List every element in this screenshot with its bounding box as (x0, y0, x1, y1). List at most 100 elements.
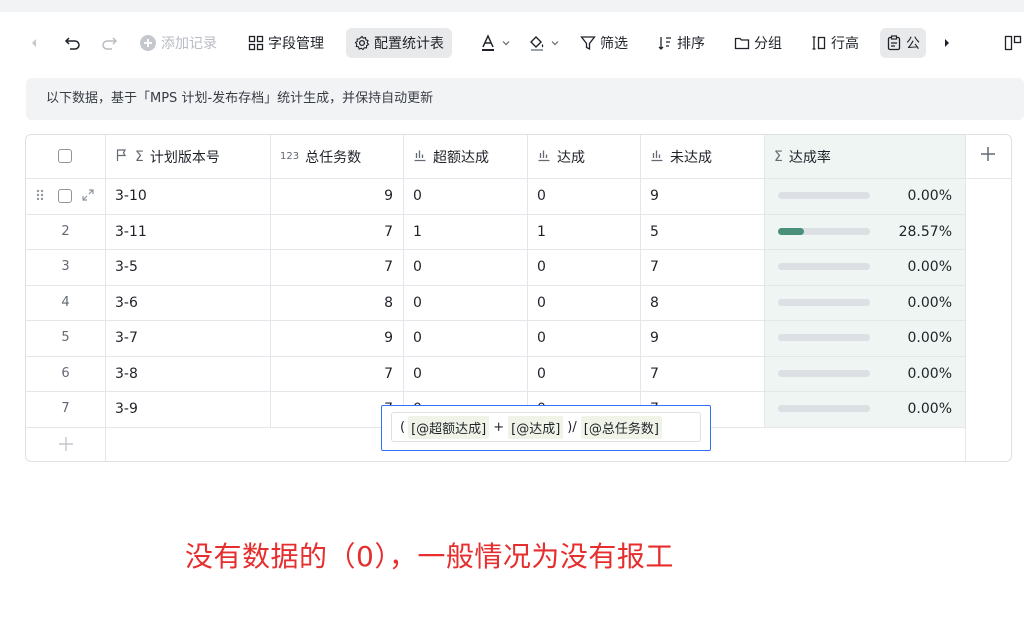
scroll-left-icon[interactable] (30, 28, 38, 58)
formula-button[interactable]: 公 (880, 28, 926, 58)
cell-rate[interactable]: 0.00% (876, 249, 952, 284)
cell-undone[interactable]: 9 (650, 320, 760, 355)
cell-done[interactable]: 0 (537, 178, 637, 213)
column-header-version[interactable]: Σ 计划版本号 (115, 135, 220, 178)
filter-button[interactable]: 筛选 (580, 28, 628, 58)
cell-total[interactable]: 8 (270, 285, 393, 320)
cell-undone[interactable]: 8 (650, 285, 760, 320)
flag-icon (115, 148, 129, 166)
group-label: 分组 (754, 36, 782, 52)
rate-progress-bar (778, 405, 870, 412)
cell-over[interactable]: 1 (413, 214, 523, 249)
redo-button[interactable] (100, 28, 118, 58)
column-header-version-label: 计划版本号 (149, 149, 220, 166)
field-manage-label: 字段管理 (268, 36, 324, 52)
cell-rate[interactable]: 0.00% (876, 285, 952, 320)
formula-open-paren: ( (400, 419, 406, 435)
cell-version[interactable]: 3-5 (115, 249, 265, 284)
plus-circle-icon (139, 34, 157, 52)
formula-label: 公 (906, 36, 920, 52)
cell-over[interactable]: 0 (413, 285, 523, 320)
cell-over[interactable]: 0 (413, 249, 523, 284)
select-all-checkbox[interactable] (58, 149, 72, 163)
row-number[interactable]: 6 (26, 356, 105, 391)
paint-bucket-icon (528, 34, 546, 52)
scroll-right-icon[interactable] (943, 28, 951, 58)
add-record-button[interactable]: 添加记录 (139, 28, 217, 58)
info-banner: 以下数据，基于「MPS 计划-发布存档」统计生成，并保持自动更新 (26, 78, 1024, 120)
chart-icon (537, 148, 551, 166)
undo-icon (64, 34, 82, 52)
cell-over[interactable]: 0 (413, 356, 523, 391)
column-header-over[interactable]: 超额达成 (413, 135, 489, 178)
cell-rate[interactable]: 0.00% (876, 391, 952, 426)
cell-version[interactable]: 3-7 (115, 320, 265, 355)
cell-total[interactable]: 7 (270, 249, 393, 284)
cell-total[interactable]: 7 (270, 391, 393, 426)
rate-progress-bar (778, 228, 870, 235)
rate-progress-bar (778, 370, 870, 377)
cell-total[interactable]: 7 (270, 356, 393, 391)
row-number[interactable]: 4 (26, 285, 105, 320)
field-manage-button[interactable]: 字段管理 (248, 28, 324, 58)
column-header-rate[interactable]: Σ 达成率 (774, 135, 831, 178)
config-stats-button[interactable]: 配置统计表 (346, 28, 452, 58)
cell-version[interactable]: 3-9 (115, 391, 265, 426)
chart-icon (650, 148, 664, 166)
sigma-icon: Σ (135, 148, 144, 165)
row-number[interactable]: 5 (26, 320, 105, 355)
group-button[interactable]: 分组 (734, 28, 782, 58)
cell-version[interactable]: 3-11 (115, 214, 265, 249)
add-column-button[interactable] (979, 145, 997, 167)
cell-total[interactable]: 7 (270, 214, 393, 249)
rate-progress-bar (778, 334, 870, 341)
chevron-down-icon (501, 38, 511, 48)
cell-rate[interactable]: 0.00% (876, 320, 952, 355)
cell-version[interactable]: 3-6 (115, 285, 265, 320)
column-header-done[interactable]: 达成 (537, 135, 585, 178)
sigma-icon: Σ (774, 148, 783, 165)
formula-close-div: )/ (567, 419, 577, 435)
chart-icon (413, 148, 427, 166)
row-number[interactable]: 2 (26, 214, 105, 249)
formula-expression[interactable]: ( [@超额达成] + [@达成] )/ [@总任务数] (391, 412, 701, 442)
cell-undone[interactable]: 7 (650, 356, 760, 391)
cell-rate[interactable]: 28.57% (876, 214, 952, 249)
cell-done[interactable]: 0 (537, 320, 637, 355)
cell-over[interactable]: 0 (413, 178, 523, 213)
expand-icon[interactable] (81, 188, 95, 202)
cell-version[interactable]: 3-8 (115, 356, 265, 391)
sort-button[interactable]: 排序 (657, 28, 705, 58)
row-number[interactable]: 3 (26, 249, 105, 284)
column-header-undone[interactable]: 未达成 (650, 135, 712, 178)
chevron-down-icon (550, 38, 560, 48)
number-icon: 123 (280, 151, 300, 162)
cell-over[interactable]: 0 (413, 320, 523, 355)
filter-label: 筛选 (600, 36, 628, 52)
text-color-button[interactable] (479, 28, 511, 58)
fill-color-button[interactable] (528, 28, 560, 58)
formula-token-over: [@超额达成] (408, 415, 490, 439)
cell-done[interactable]: 0 (537, 249, 637, 284)
cell-undone[interactable]: 7 (650, 249, 760, 284)
sort-icon (657, 35, 673, 51)
cell-done[interactable]: 0 (537, 285, 637, 320)
undo-button[interactable] (64, 28, 82, 58)
layout-icon[interactable] (1004, 28, 1022, 58)
row-height-button[interactable]: 行高 (811, 28, 859, 58)
cell-rate[interactable]: 0.00% (876, 178, 952, 213)
cell-done[interactable]: 1 (537, 214, 637, 249)
row-number[interactable]: 7 (26, 391, 105, 426)
cell-undone[interactable]: 5 (650, 214, 760, 249)
drag-handle-icon[interactable] (36, 188, 44, 202)
cell-total[interactable]: 9 (270, 178, 393, 213)
add-row-button[interactable] (58, 436, 74, 456)
cell-done[interactable]: 0 (537, 356, 637, 391)
row-checkbox[interactable] (58, 189, 72, 203)
cell-undone[interactable]: 9 (650, 178, 760, 213)
cell-rate[interactable]: 0.00% (876, 356, 952, 391)
cell-total[interactable]: 9 (270, 320, 393, 355)
column-header-total[interactable]: 123 总任务数 (280, 135, 361, 178)
formula-popup[interactable]: ( [@超额达成] + [@达成] )/ [@总任务数] (381, 405, 711, 451)
cell-version[interactable]: 3-10 (115, 178, 265, 213)
